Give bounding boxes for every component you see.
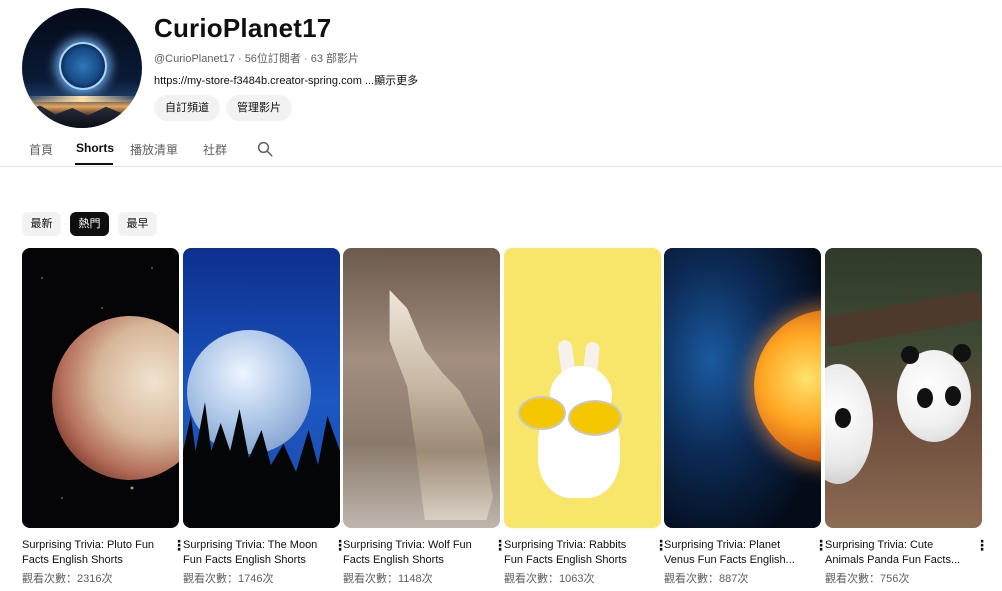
- more-options-icon[interactable]: ⋮: [975, 538, 989, 553]
- short-card[interactable]: Surprising Trivia: The Moon Fun Facts En…: [183, 248, 347, 585]
- more-options-icon[interactable]: ⋮: [814, 538, 828, 553]
- active-tab-indicator: [75, 163, 113, 165]
- tab-shorts[interactable]: Shorts: [76, 141, 114, 155]
- horizon-light: [22, 96, 142, 102]
- short-views: 觀看次數：2316次: [22, 573, 113, 585]
- panda-eye-patch: [835, 408, 851, 428]
- mountain-silhouette: [22, 105, 142, 128]
- show-more-link[interactable]: ...顯示更多: [365, 75, 418, 87]
- channel-meta: @CurioPlanet17 · 56位訂閱者 · 63 部影片: [154, 50, 359, 66]
- short-title[interactable]: Surprising Trivia: Rabbits Fun Facts Eng…: [504, 538, 646, 568]
- more-options-icon[interactable]: ⋮: [333, 538, 347, 553]
- panda-ear: [953, 344, 971, 362]
- panda-ear: [901, 346, 919, 364]
- short-card[interactable]: Surprising Trivia: Wolf Fun Facts Englis…: [343, 248, 507, 585]
- more-options-icon[interactable]: ⋮: [172, 538, 186, 553]
- short-title[interactable]: Surprising Trivia: Pluto Fun Facts Engli…: [22, 538, 164, 568]
- channel-link-row: https://my-store-f3484b.creator-spring.c…: [154, 72, 418, 88]
- short-thumbnail[interactable]: [504, 248, 661, 528]
- short-thumbnail[interactable]: [664, 248, 821, 528]
- channel-link[interactable]: https://my-store-f3484b.creator-spring.c…: [154, 75, 362, 87]
- short-thumbnail[interactable]: [825, 248, 982, 528]
- video-count: 63 部影片: [310, 53, 360, 65]
- short-card[interactable]: Surprising Trivia: Cute Animals Panda Fu…: [825, 248, 989, 585]
- short-thumbnail[interactable]: [183, 248, 340, 528]
- short-views: 觀看次數：887次: [664, 573, 749, 585]
- chip-latest[interactable]: 最新: [22, 212, 61, 236]
- short-thumbnail[interactable]: [343, 248, 500, 528]
- short-title[interactable]: Surprising Trivia: The Moon Fun Facts En…: [183, 538, 325, 568]
- short-card[interactable]: Surprising Trivia: Rabbits Fun Facts Eng…: [504, 248, 668, 585]
- channel-handle: @CurioPlanet17: [154, 53, 235, 65]
- chip-popular[interactable]: 熱門: [70, 212, 109, 236]
- short-views: 觀看次數：1746次: [183, 573, 274, 585]
- tab-community[interactable]: 社群: [203, 141, 227, 158]
- channel-name: CurioPlanet17: [154, 13, 332, 43]
- manage-videos-button[interactable]: 管理影片: [226, 95, 292, 121]
- sunglasses-lens: [568, 400, 622, 436]
- short-views: 觀看次數：1148次: [343, 573, 433, 585]
- sunglasses-lens: [518, 396, 566, 430]
- short-title[interactable]: Surprising Trivia: Cute Animals Panda Fu…: [825, 538, 967, 568]
- short-title[interactable]: Surprising Trivia: Wolf Fun Facts Englis…: [343, 538, 485, 568]
- wood-log: [825, 290, 982, 348]
- channel-avatar[interactable]: [22, 8, 142, 128]
- howling-wolf: [389, 290, 493, 520]
- tab-home[interactable]: 首頁: [29, 141, 53, 158]
- channel-tabs: 首頁 Shorts 播放清單 社群: [0, 132, 1002, 167]
- subscriber-count: 56位訂閱者: [244, 53, 301, 65]
- short-card[interactable]: Surprising Trivia: Planet Venus Fun Fact…: [664, 248, 828, 585]
- more-options-icon[interactable]: ⋮: [493, 538, 507, 553]
- short-views: 觀看次數：756次: [825, 573, 910, 585]
- customize-channel-button[interactable]: 自訂頻道: [154, 95, 220, 121]
- tab-playlists[interactable]: 播放清單: [130, 141, 178, 158]
- chip-oldest[interactable]: 最早: [118, 212, 157, 236]
- meta-separator: ·: [304, 53, 311, 65]
- panda-eye-patch: [945, 386, 961, 406]
- short-thumbnail[interactable]: [22, 248, 179, 528]
- search-icon[interactable]: [256, 140, 274, 158]
- more-options-icon[interactable]: ⋮: [654, 538, 668, 553]
- meta-separator: ·: [237, 53, 245, 65]
- earth-glow: [59, 42, 107, 90]
- short-views: 觀看次數：1063次: [504, 573, 595, 585]
- short-card[interactable]: Surprising Trivia: Pluto Fun Facts Engli…: [22, 248, 186, 585]
- venus-planet: [754, 310, 821, 462]
- short-title[interactable]: Surprising Trivia: Planet Venus Fun Fact…: [664, 538, 806, 568]
- panda-eye-patch: [917, 388, 933, 408]
